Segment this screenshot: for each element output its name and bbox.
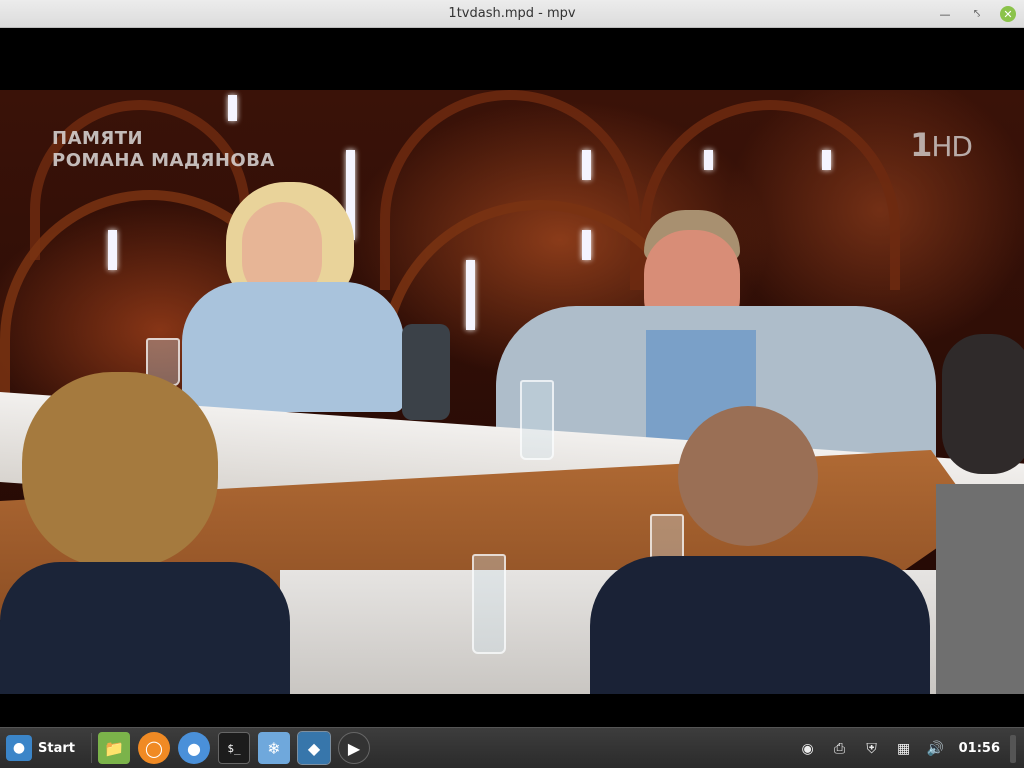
chair (402, 324, 450, 420)
person-foreground-left (0, 372, 290, 694)
angry-bird-icon: ● (6, 735, 32, 761)
window-title: 1tvdash.mpd - mpv (448, 6, 576, 21)
python-icon[interactable]: ◆ (296, 731, 331, 765)
shield-icon[interactable]: ⛨ (861, 738, 883, 760)
head (942, 334, 1024, 474)
light-strip (466, 260, 475, 330)
channel-logo-hd: HD (931, 130, 973, 163)
start-label: Start (38, 740, 75, 756)
video-area[interactable]: ПАМЯТИ РОМАНА МАДЯНОВА 1HD (0, 28, 1024, 727)
light-strip (582, 150, 591, 180)
terminal-icon[interactable]: $_ (217, 732, 250, 764)
show-desktop-button[interactable] (1010, 734, 1016, 763)
head (678, 406, 818, 546)
jacket (590, 556, 930, 694)
update-manager-icon[interactable]: ⎙ (829, 738, 851, 760)
person-foreground-right (936, 334, 1024, 694)
launcher-list: 📁 ◯ ● $_ ❄ ◆ ▶ (97, 731, 370, 765)
light-strip (108, 230, 117, 270)
water-glass (520, 380, 554, 460)
light-strip (704, 150, 713, 170)
person-foreground-center (590, 406, 930, 694)
hair (22, 372, 218, 568)
program-caption: ПАМЯТИ РОМАНА МАДЯНОВА (52, 128, 275, 172)
channel-logo: 1HD (910, 126, 973, 164)
close-icon[interactable]: ✕ (1000, 6, 1016, 22)
network-icon[interactable]: ▦ (893, 738, 915, 760)
jacket (0, 562, 290, 694)
window-titlebar[interactable]: 1tvdash.mpd - mpv — ⤣ ✕ (0, 0, 1024, 28)
minimize-icon[interactable]: — (936, 5, 954, 23)
caption-line-1: ПАМЯТИ (52, 128, 144, 149)
video-frame[interactable]: ПАМЯТИ РОМАНА МАДЯНОВА 1HD (0, 90, 1024, 694)
jacket (936, 484, 1024, 694)
start-button[interactable]: ● Start (0, 728, 85, 768)
channel-logo-number: 1 (910, 126, 932, 164)
file-manager-icon[interactable]: 📁 (97, 732, 130, 764)
system-tray: ◉ ⎙ ⛨ ▦ 🔊 01:56 (797, 728, 1016, 768)
mpv-icon[interactable]: ▶ (337, 732, 370, 764)
chrome-icon[interactable]: ● (177, 732, 210, 764)
taskbar-separator (90, 733, 92, 763)
volume-icon[interactable]: 🔊 (925, 738, 947, 760)
light-strip (228, 95, 237, 121)
window-controls: — ⤣ ✕ (936, 0, 1016, 28)
maximize-icon[interactable]: ⤣ (968, 5, 986, 23)
clock[interactable]: 01:56 (959, 741, 1000, 756)
light-strip (822, 150, 831, 170)
caption-line-2: РОМАНА МАДЯНОВА (52, 150, 275, 171)
obs-icon[interactable]: ◉ (797, 738, 819, 760)
water-glass (472, 554, 506, 654)
taskbar: ● Start 📁 ◯ ● $_ ❄ ◆ ▶ ◉ ⎙ ⛨ ▦ 🔊 01:56 (0, 727, 1024, 768)
app-icon[interactable]: ❄ (257, 732, 290, 764)
firefox-icon[interactable]: ◯ (137, 732, 170, 764)
